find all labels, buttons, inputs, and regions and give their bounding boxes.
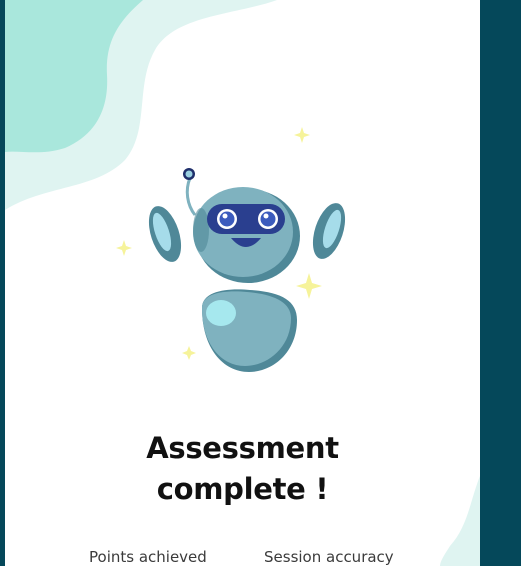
robot-illustration-icon	[116, 127, 346, 372]
stats-row: Points achieved Session accuracy	[5, 548, 480, 566]
title-line-2: complete !	[156, 472, 329, 506]
title-line-1: Assessment	[146, 431, 339, 465]
assessment-screen: Assessment complete ! Points achieved Se…	[0, 0, 521, 566]
completion-title: Assessment complete !	[5, 428, 480, 510]
session-accuracy-label: Session accuracy	[264, 548, 394, 566]
points-achieved-label: Points achieved	[89, 548, 207, 566]
result-card: Assessment complete ! Points achieved Se…	[5, 0, 480, 566]
